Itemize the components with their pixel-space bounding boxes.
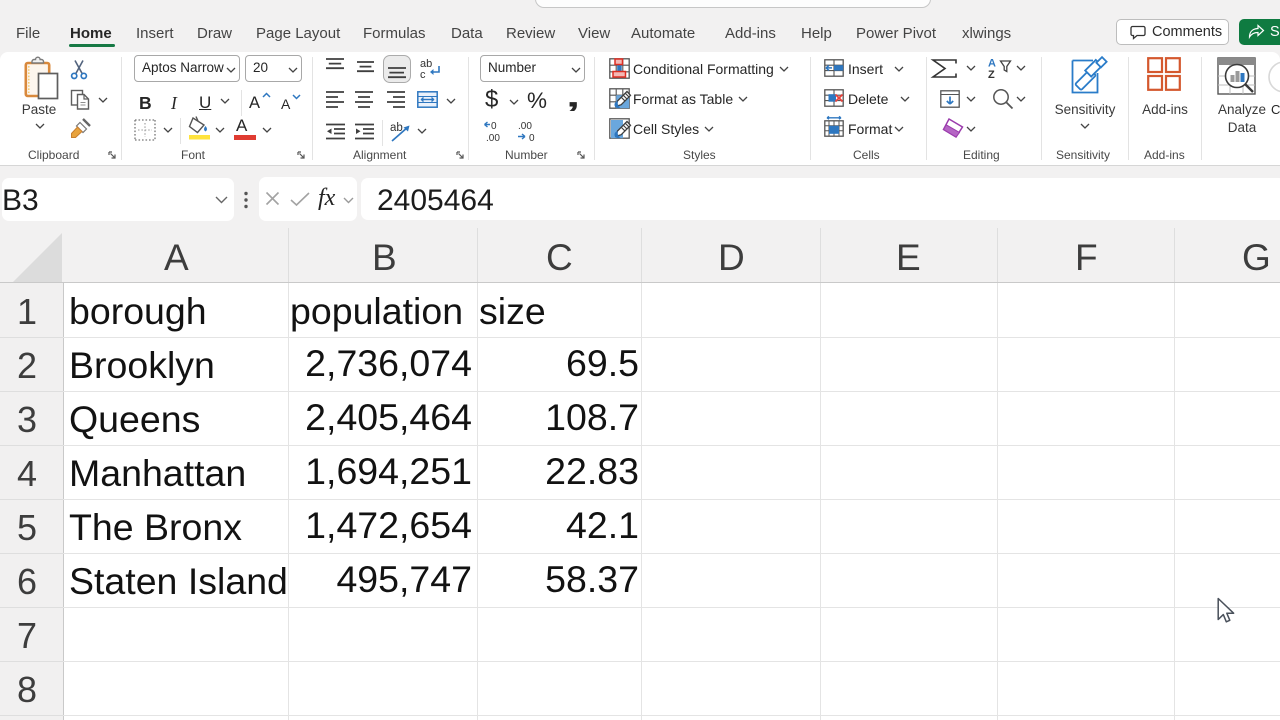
svg-text:Z: Z — [988, 69, 995, 81]
svg-text:0: 0 — [529, 133, 535, 144]
svg-text:.00: .00 — [518, 121, 532, 132]
svg-text:.00: .00 — [486, 133, 500, 144]
svg-text:c: c — [420, 69, 426, 81]
svg-text:A: A — [988, 58, 996, 70]
svg-text:0: 0 — [491, 121, 497, 132]
